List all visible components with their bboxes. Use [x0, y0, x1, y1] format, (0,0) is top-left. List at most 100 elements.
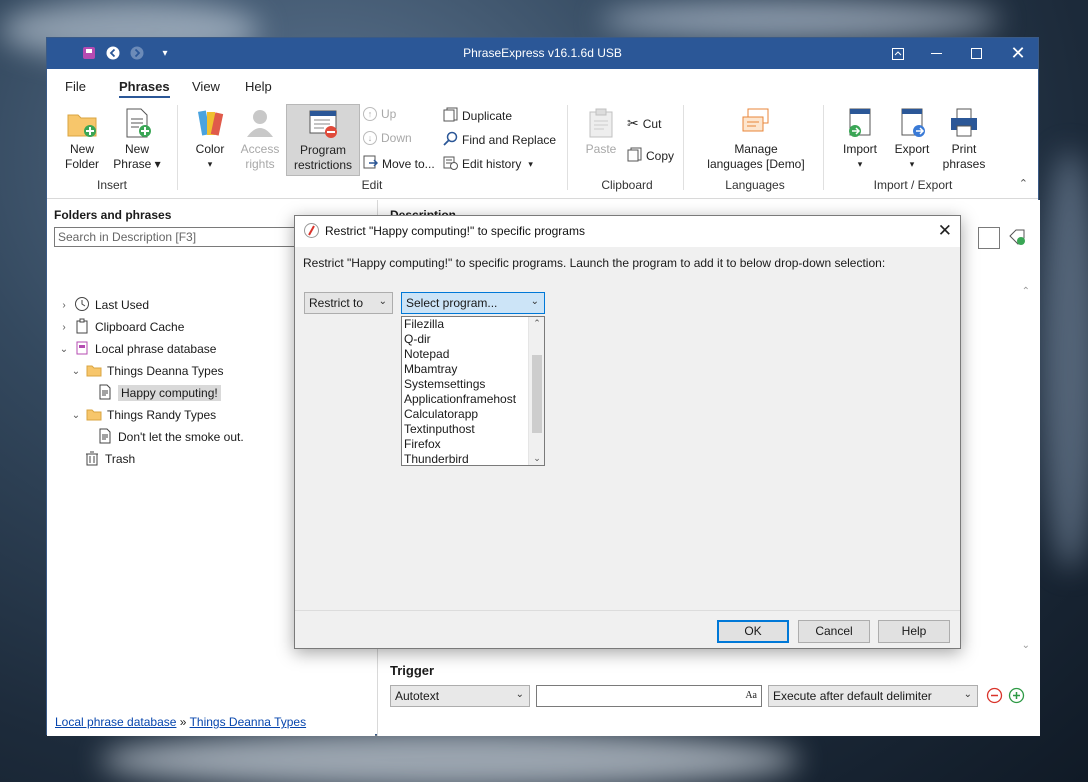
- background-cloud: [600, 0, 1000, 40]
- import-button[interactable]: Import ▾: [837, 107, 883, 172]
- access-rights-button[interactable]: Access rights: [237, 107, 283, 172]
- color-label: Color: [195, 142, 225, 156]
- close-button[interactable]: ✕: [997, 38, 1039, 69]
- breadcrumb-root-link[interactable]: Local phrase database: [55, 715, 176, 729]
- tree-item-local-db[interactable]: ⌄ Local phrase database: [59, 339, 216, 359]
- paste-button[interactable]: Paste: [579, 107, 623, 157]
- new-folder-button[interactable]: New Folder: [59, 107, 105, 172]
- edit-history-button[interactable]: Edit history ▾: [443, 155, 533, 173]
- program-select[interactable]: Select program... ⌄: [401, 292, 545, 314]
- program-option[interactable]: Filezilla: [402, 317, 544, 332]
- chevron-down-icon[interactable]: ⌄: [71, 410, 81, 421]
- execute-option-select[interactable]: Execute after default delimiter ⌄: [768, 685, 978, 707]
- restrict-programs-dialog: Restrict "Happy computing!" to specific …: [294, 215, 961, 649]
- find-replace-label: Find and Replace: [462, 133, 557, 147]
- collapse-ribbon-icon[interactable]: ⌃: [1019, 177, 1028, 190]
- editor-scroll-up-icon[interactable]: ⌃: [1022, 286, 1030, 297]
- down-button[interactable]: ↓ Down: [363, 131, 412, 145]
- program-restrictions-button[interactable]: Program restrictions: [286, 104, 360, 176]
- program-option[interactable]: Firefox: [402, 437, 544, 452]
- copy-icon: [627, 147, 642, 165]
- move-to-button[interactable]: Move to...: [363, 155, 435, 172]
- restore-layout-icon[interactable]: [877, 38, 919, 69]
- tree-item-clipboard-cache[interactable]: › Clipboard Cache: [59, 317, 184, 337]
- new-phrase-button[interactable]: New Phrase ▾: [111, 107, 163, 172]
- menu-phrases[interactable]: Phrases: [119, 79, 170, 98]
- find-replace-button[interactable]: Find and Replace: [443, 131, 556, 149]
- chevron-down-icon[interactable]: ⌄: [71, 366, 81, 377]
- dialog-close-button[interactable]: ✕: [938, 221, 952, 241]
- editor-scroll-down-icon[interactable]: ⌄: [1022, 640, 1030, 651]
- dialog-title-bar: Restrict "Happy computing!" to specific …: [295, 216, 960, 247]
- duplicate-button[interactable]: Duplicate: [443, 107, 512, 125]
- description-input[interactable]: [978, 227, 1000, 249]
- duplicate-icon: [443, 107, 458, 125]
- search-input[interactable]: Search in Description [F3]: [54, 227, 304, 247]
- autotext-input[interactable]: Aa: [536, 685, 762, 707]
- ribbon: New Folder New Phrase ▾ Color ▾ Access r…: [47, 99, 1038, 199]
- down-label: Down: [381, 131, 412, 145]
- help-button[interactable]: Help: [878, 620, 950, 643]
- case-sensitivity-icon[interactable]: Aa: [745, 690, 757, 701]
- tree-item-things-randy[interactable]: ⌄ Things Randy Types: [71, 405, 216, 425]
- folder-icon: [86, 362, 102, 381]
- program-option[interactable]: Thunderbird: [402, 452, 544, 465]
- trigger-type-select[interactable]: Autotext ⌄: [390, 685, 530, 707]
- tree-label: Trash: [105, 452, 136, 466]
- scroll-up-icon[interactable]: ⌃: [529, 318, 544, 329]
- up-button[interactable]: ↑ Up: [363, 107, 396, 121]
- cancel-button[interactable]: Cancel: [798, 620, 870, 643]
- maximize-button[interactable]: [955, 38, 997, 69]
- chevron-down-icon: ⌄: [530, 296, 539, 307]
- print-phrases-button[interactable]: Print phrases: [941, 107, 987, 172]
- cut-button[interactable]: ✂ Cut: [627, 115, 661, 132]
- minimize-button[interactable]: [915, 38, 957, 69]
- program-option[interactable]: Applicationframehost: [402, 392, 544, 407]
- program-option[interactable]: Calculatorapp: [402, 407, 544, 422]
- chevron-right-icon[interactable]: ›: [59, 300, 69, 311]
- scrollbar-thumb[interactable]: [532, 355, 542, 433]
- program-option[interactable]: Q-dir: [402, 332, 544, 347]
- add-trigger-icon[interactable]: [1008, 687, 1025, 707]
- chevron-down-icon: ▾: [528, 158, 533, 169]
- folder-icon: [86, 406, 102, 425]
- tree-label: Things Randy Types: [107, 408, 217, 422]
- program-option[interactable]: Textinputhost: [402, 422, 544, 437]
- restrict-mode-select[interactable]: Restrict to ⌄: [304, 292, 393, 314]
- phrase-icon: [97, 384, 113, 403]
- tree-item-trash[interactable]: Trash: [84, 449, 135, 469]
- tree-item-things-deanna[interactable]: ⌄ Things Deanna Types: [71, 361, 224, 381]
- folder-add-icon: [66, 107, 98, 139]
- import-icon: [844, 107, 876, 139]
- scissors-icon: ✂: [627, 115, 639, 131]
- copy-button[interactable]: Copy: [627, 147, 674, 165]
- tree-item-happy-computing[interactable]: Happy computing!: [97, 383, 221, 403]
- color-button[interactable]: Color ▾: [187, 107, 233, 172]
- remove-trigger-icon[interactable]: [986, 687, 1003, 707]
- program-option[interactable]: Notepad: [402, 347, 544, 362]
- chevron-down-icon[interactable]: ⌄: [59, 344, 69, 355]
- dropdown-scrollbar[interactable]: ⌃ ⌄: [528, 317, 544, 465]
- scroll-down-icon[interactable]: ⌄: [529, 453, 544, 464]
- manage-languages-button[interactable]: Manage languages [Demo]: [697, 107, 815, 172]
- phrase-icon: [97, 428, 113, 447]
- breadcrumb-current-link[interactable]: Things Deanna Types: [190, 715, 307, 729]
- tree-label: Things Deanna Types: [107, 364, 224, 378]
- tree-item-last-used[interactable]: › Last Used: [59, 295, 149, 315]
- tag-add-icon[interactable]: [1008, 228, 1026, 249]
- program-option[interactable]: Systemsettings: [402, 377, 544, 392]
- ok-button[interactable]: OK: [717, 620, 789, 643]
- tree-item-dont-let[interactable]: Don't let the smoke out.: [97, 427, 244, 447]
- clipboard-icon: [585, 107, 617, 139]
- program-option[interactable]: Mbamtray: [402, 362, 544, 377]
- chevron-down-icon: ⌄: [515, 689, 524, 700]
- execute-option-value: Execute after default delimiter: [773, 689, 932, 703]
- program-select-value: Select program...: [406, 296, 498, 310]
- menu-view[interactable]: View: [192, 79, 220, 94]
- menu-file[interactable]: File: [65, 79, 86, 94]
- menu-help[interactable]: Help: [245, 79, 272, 94]
- arrow-up-icon: ↑: [363, 107, 377, 121]
- chevron-right-icon[interactable]: ›: [59, 322, 69, 333]
- export-button[interactable]: Export ▾: [889, 107, 935, 172]
- up-label: Up: [381, 107, 397, 121]
